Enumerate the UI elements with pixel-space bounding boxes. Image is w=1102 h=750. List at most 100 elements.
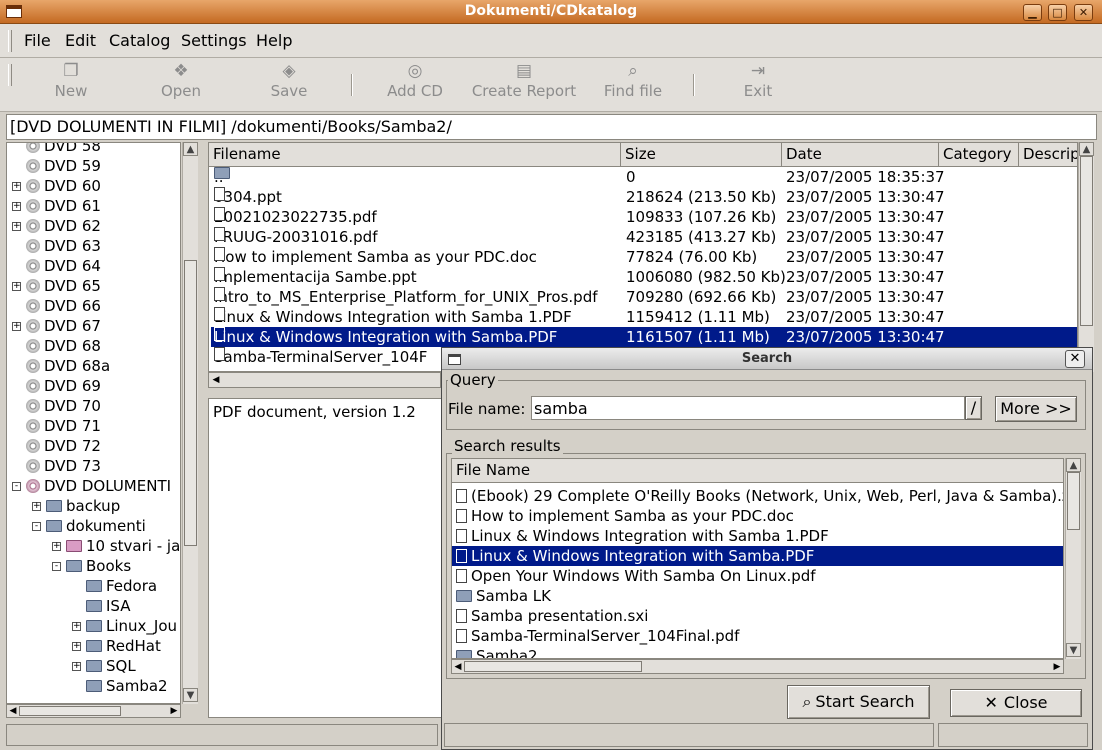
- scroll-right-arrow[interactable]: ▶: [168, 705, 180, 717]
- tree-item[interactable]: dokumenti: [46, 516, 146, 536]
- scroll-up-arrow[interactable]: ▲: [1079, 142, 1094, 156]
- menu-file[interactable]: File: [24, 31, 51, 50]
- create-report-button[interactable]: ▤ Create Report: [470, 62, 578, 100]
- file-row[interactable]: Intro_to_MS_Enterprise_Platform_for_UNIX…: [211, 287, 1077, 307]
- path-field[interactable]: [DVD DOLUMENTI IN FILMI] /dokumenti/Book…: [6, 114, 1097, 140]
- scroll-up-arrow[interactable]: ▲: [1066, 458, 1081, 472]
- expand-icon[interactable]: +: [12, 222, 21, 231]
- tree-item[interactable]: DVD 62: [26, 216, 101, 236]
- save-button[interactable]: ◈ Save: [268, 62, 310, 100]
- file-row[interactable]: How to implement Samba as your PDC.doc 77…: [211, 247, 1077, 267]
- column-header-filename[interactable]: Filename: [209, 143, 621, 167]
- scroll-left-arrow[interactable]: ◀: [452, 661, 464, 673]
- filename-input[interactable]: [531, 396, 965, 420]
- collapse-icon[interactable]: -: [52, 562, 61, 571]
- tree-item[interactable]: SQL: [86, 656, 136, 676]
- tree-item[interactable]: DVD 69: [26, 376, 101, 396]
- tree-item[interactable]: ISA: [86, 596, 131, 616]
- close-button[interactable]: ✕ Close: [950, 689, 1082, 717]
- maximize-button[interactable]: □: [1048, 4, 1067, 21]
- catalog-tree[interactable]: DVD 58 DVD 59 + DVD 60 + DVD 61 + DVD 62 DVD 63 D…: [6, 142, 181, 704]
- menu-edit[interactable]: Edit: [65, 31, 96, 50]
- tree-item[interactable]: DVD 64: [26, 256, 101, 276]
- search-result-row[interactable]: Samba-TerminalServer_104Final.pdf: [452, 626, 1063, 646]
- column-header-category[interactable]: Category: [939, 143, 1019, 167]
- tree-horizontal-scrollbar[interactable]: ◀ ▶: [6, 704, 181, 718]
- scroll-left-arrow[interactable]: ◀: [209, 374, 223, 386]
- file-row[interactable]: 20021023022735.pdf 109833 (107.26 Kb) 23/0…: [211, 207, 1077, 227]
- scroll-left-arrow[interactable]: ◀: [7, 705, 19, 717]
- hscroll-thumb[interactable]: [464, 661, 642, 672]
- tree-item[interactable]: DVD 66: [26, 296, 101, 316]
- expand-icon[interactable]: +: [12, 202, 21, 211]
- file-row[interactable]: Linux & Windows Integration with Samba 1…: [211, 307, 1077, 327]
- file-row[interactable]: Linux & Windows Integration with Samba.P…: [211, 327, 1077, 347]
- expand-icon[interactable]: +: [32, 502, 41, 511]
- tree-item[interactable]: DVD 65: [26, 276, 101, 296]
- find-file-button[interactable]: ⌕ Find file: [603, 62, 663, 100]
- add-cd-button[interactable]: ◎ Add CD: [384, 62, 446, 100]
- file-row[interactable]: Implementacija Sambe.ppt 1006080 (982.50 …: [211, 267, 1077, 287]
- minimize-button[interactable]: ▁: [1023, 4, 1042, 21]
- menu-settings[interactable]: Settings: [181, 31, 247, 50]
- scroll-thumb[interactable]: [1080, 156, 1093, 326]
- menu-catalog[interactable]: Catalog: [109, 31, 170, 50]
- tree-item[interactable]: Samba2: [86, 676, 168, 696]
- files-vertical-scrollbar[interactable]: ▲: [1078, 142, 1094, 372]
- scroll-down-arrow[interactable]: ▼: [183, 688, 198, 702]
- new-button[interactable]: ❐ New: [52, 62, 90, 100]
- tree-vertical-scrollbar[interactable]: ▲ ▼: [182, 142, 198, 704]
- file-row[interactable]: FRUUG-20031016.pdf 423185 (413.27 Kb) 23/0…: [211, 227, 1077, 247]
- column-header-size[interactable]: Size: [621, 143, 782, 167]
- dialog-close-icon[interactable]: ✕: [1065, 350, 1085, 368]
- scroll-thumb[interactable]: [1067, 472, 1080, 530]
- tree-item[interactable]: backup: [46, 496, 120, 516]
- search-result-row[interactable]: (Ebook) 29 Complete O'Reilly Books (Netw…: [452, 486, 1063, 506]
- tree-item[interactable]: Fedora: [86, 576, 157, 596]
- results-header-filename[interactable]: File Name: [452, 459, 1063, 483]
- window-titlebar[interactable]: Dokumenti/CDkatalog ▁ □ ✕: [0, 0, 1102, 24]
- file-row[interactable]: 0304.ppt 218624 (213.50 Kb) 23/07/2005 13:…: [211, 187, 1077, 207]
- open-button[interactable]: ❖ Open: [158, 62, 204, 100]
- expand-icon[interactable]: +: [52, 542, 61, 551]
- search-result-row[interactable]: How to implement Samba as your PDC.doc: [452, 506, 1063, 526]
- tree-item[interactable]: RedHat: [86, 636, 161, 656]
- expand-icon[interactable]: +: [12, 282, 21, 291]
- tree-item[interactable]: DVD 60: [26, 176, 101, 196]
- menubar-grip[interactable]: [8, 30, 12, 52]
- start-search-button[interactable]: ⌕ Start Search: [787, 685, 930, 719]
- tree-item[interactable]: DVD 68: [26, 336, 101, 356]
- window-menu-icon[interactable]: [6, 5, 22, 18]
- search-results-list[interactable]: File Name (Ebook) 29 Complete O'Reilly B…: [451, 458, 1064, 659]
- file-list[interactable]: Filename Size Date Category Descript ..0…: [208, 142, 1078, 372]
- scroll-down-arrow[interactable]: ▼: [1066, 643, 1081, 657]
- menu-help[interactable]: Help: [256, 31, 292, 50]
- tree-item[interactable]: DVD 68a: [26, 356, 110, 376]
- tree-item[interactable]: 10 stvari - jaz: [66, 536, 180, 556]
- tree-item[interactable]: DVD 71: [26, 416, 101, 436]
- search-result-row[interactable]: Open Your Windows With Samba On Linux.pd…: [452, 566, 1063, 586]
- tree-item[interactable]: DVD 73: [26, 456, 101, 476]
- tree-item[interactable]: DVD 72: [26, 436, 101, 456]
- scroll-up-arrow[interactable]: ▲: [183, 142, 198, 156]
- tree-item[interactable]: Books: [66, 556, 131, 576]
- search-result-row[interactable]: Samba LK: [452, 586, 1063, 606]
- tree-item[interactable]: DVD 61: [26, 196, 101, 216]
- results-horizontal-scrollbar[interactable]: ◀ ▶: [451, 659, 1064, 674]
- collapse-icon[interactable]: -: [12, 482, 21, 491]
- dialog-menu-icon[interactable]: [448, 354, 461, 365]
- tree-item[interactable]: DVD 58: [26, 143, 101, 156]
- tree-item[interactable]: DVD DOLUMENTI: [26, 476, 171, 496]
- hscroll-thumb[interactable]: [19, 706, 121, 716]
- tree-item[interactable]: DVD 63: [26, 236, 101, 256]
- toolbar-grip[interactable]: [8, 64, 12, 86]
- expand-icon[interactable]: +: [72, 662, 81, 671]
- search-result-row[interactable]: Linux & Windows Integration with Samba.P…: [452, 546, 1063, 566]
- file-row[interactable]: ..023/07/2005 18:35:37: [211, 167, 1077, 187]
- search-result-row[interactable]: Samba presentation.sxi: [452, 606, 1063, 626]
- search-result-row[interactable]: Linux & Windows Integration with Samba 1…: [452, 526, 1063, 546]
- expand-icon[interactable]: +: [12, 322, 21, 331]
- tree-item[interactable]: DVD 67: [26, 316, 101, 336]
- files-horizontal-scrollbar[interactable]: ◀: [208, 372, 441, 388]
- tree-item[interactable]: DVD 59: [26, 156, 101, 176]
